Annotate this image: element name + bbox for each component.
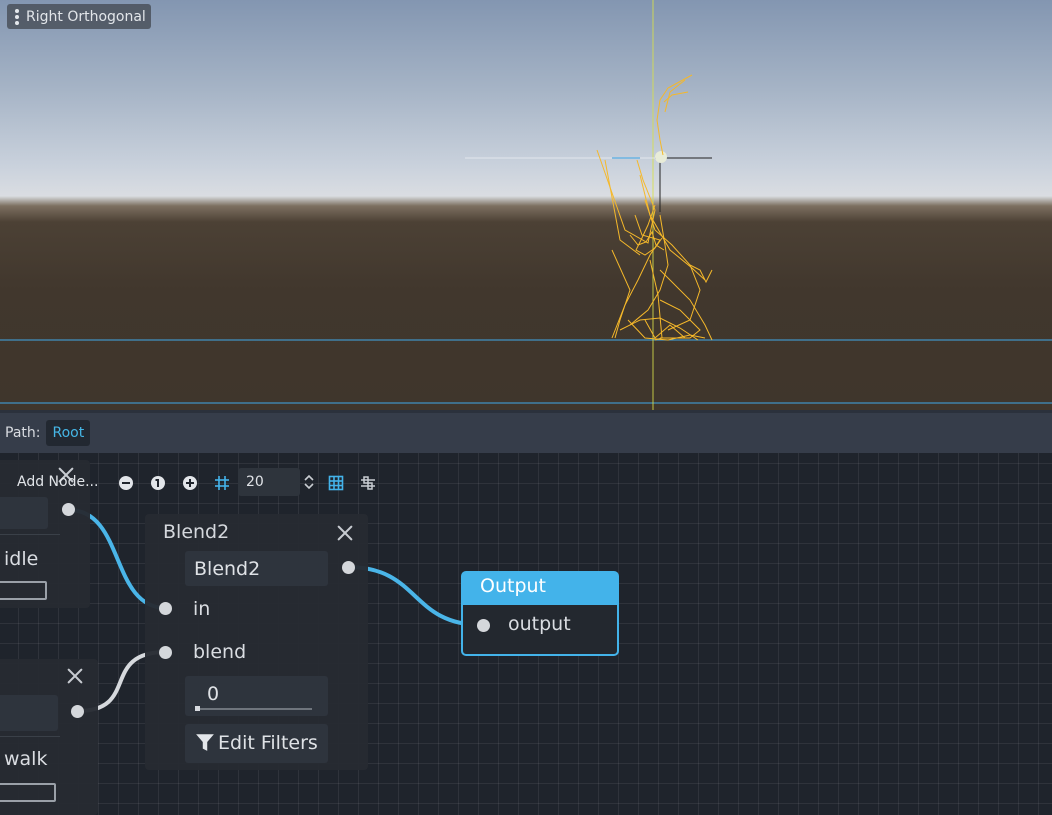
blend2-title: Blend2 [163,521,230,543]
zoom-in-icon[interactable] [182,475,198,491]
path-bar: Path: Root [0,410,1052,453]
zoom-reset-icon[interactable] [150,475,166,491]
walk-progress-bar [0,783,56,802]
edit-filters-button[interactable]: Edit Filters [185,724,328,763]
blend2-node[interactable]: Blend2 Blend2 in blend 0 Edit Filters [145,514,368,770]
view-menu-label: Right Orthogonal [26,8,146,25]
snap-step-value: 20 [246,474,264,490]
path-root-button[interactable]: Root [46,420,91,446]
close-icon[interactable] [334,522,356,544]
port-output-label: output [508,613,571,635]
node-divider [0,534,60,535]
output-node[interactable]: Output output [461,571,619,656]
blend2-output-port[interactable] [342,561,355,574]
animation-select-field[interactable] [0,695,58,731]
port-in-label: in [193,598,211,620]
animation-graph-editor[interactable]: idle walk Add Node... 20 Blend2 Blend2 i… [0,453,1052,815]
node-name-field[interactable]: Blend2 [185,551,328,586]
filter-icon [196,734,214,751]
graph-toolbar: Add Node... 20 [0,453,400,511]
blend-slider-track[interactable] [195,708,312,710]
port-blend-label: blend [193,641,247,663]
idle-progress-bar [0,581,47,600]
view-menu-button[interactable]: Right Orthogonal [7,4,151,29]
output-input-port[interactable] [477,619,490,632]
walk-output-port[interactable] [71,705,84,718]
edit-filters-label: Edit Filters [218,732,318,754]
add-node-button[interactable]: Add Node... [17,474,98,490]
walk-label: walk [4,748,48,770]
node-divider [0,736,60,737]
minimap-icon[interactable] [360,475,376,491]
blend2-blend-port[interactable] [159,646,172,659]
snap-grid-icon[interactable] [214,475,230,491]
blend-amount-value: 0 [207,683,220,705]
stepper-arrows-icon[interactable] [303,473,315,491]
node-name-value: Blend2 [194,558,261,580]
skeleton-wireframe [596,74,713,341]
grid-toggle-icon[interactable] [328,475,344,491]
output-title: Output [463,573,617,605]
idle-label: idle [4,548,39,570]
close-icon[interactable] [64,665,86,687]
blend2-in-port[interactable] [159,602,172,615]
editor-window: Right Orthogonal Path: Root idle walk Ad… [0,0,1052,815]
kebab-menu-icon [15,8,19,25]
animation-node-walk[interactable]: walk [0,659,98,815]
scene-canvas [0,0,1052,410]
path-label: Path: [5,425,41,441]
blend-slider-fill [195,706,200,711]
gizmo-origin [655,151,667,163]
blend-amount-spinbox[interactable]: 0 [185,676,328,716]
zoom-out-icon[interactable] [118,475,134,491]
snap-step-field[interactable]: 20 [238,468,300,496]
3d-viewport[interactable]: Right Orthogonal [0,0,1052,410]
